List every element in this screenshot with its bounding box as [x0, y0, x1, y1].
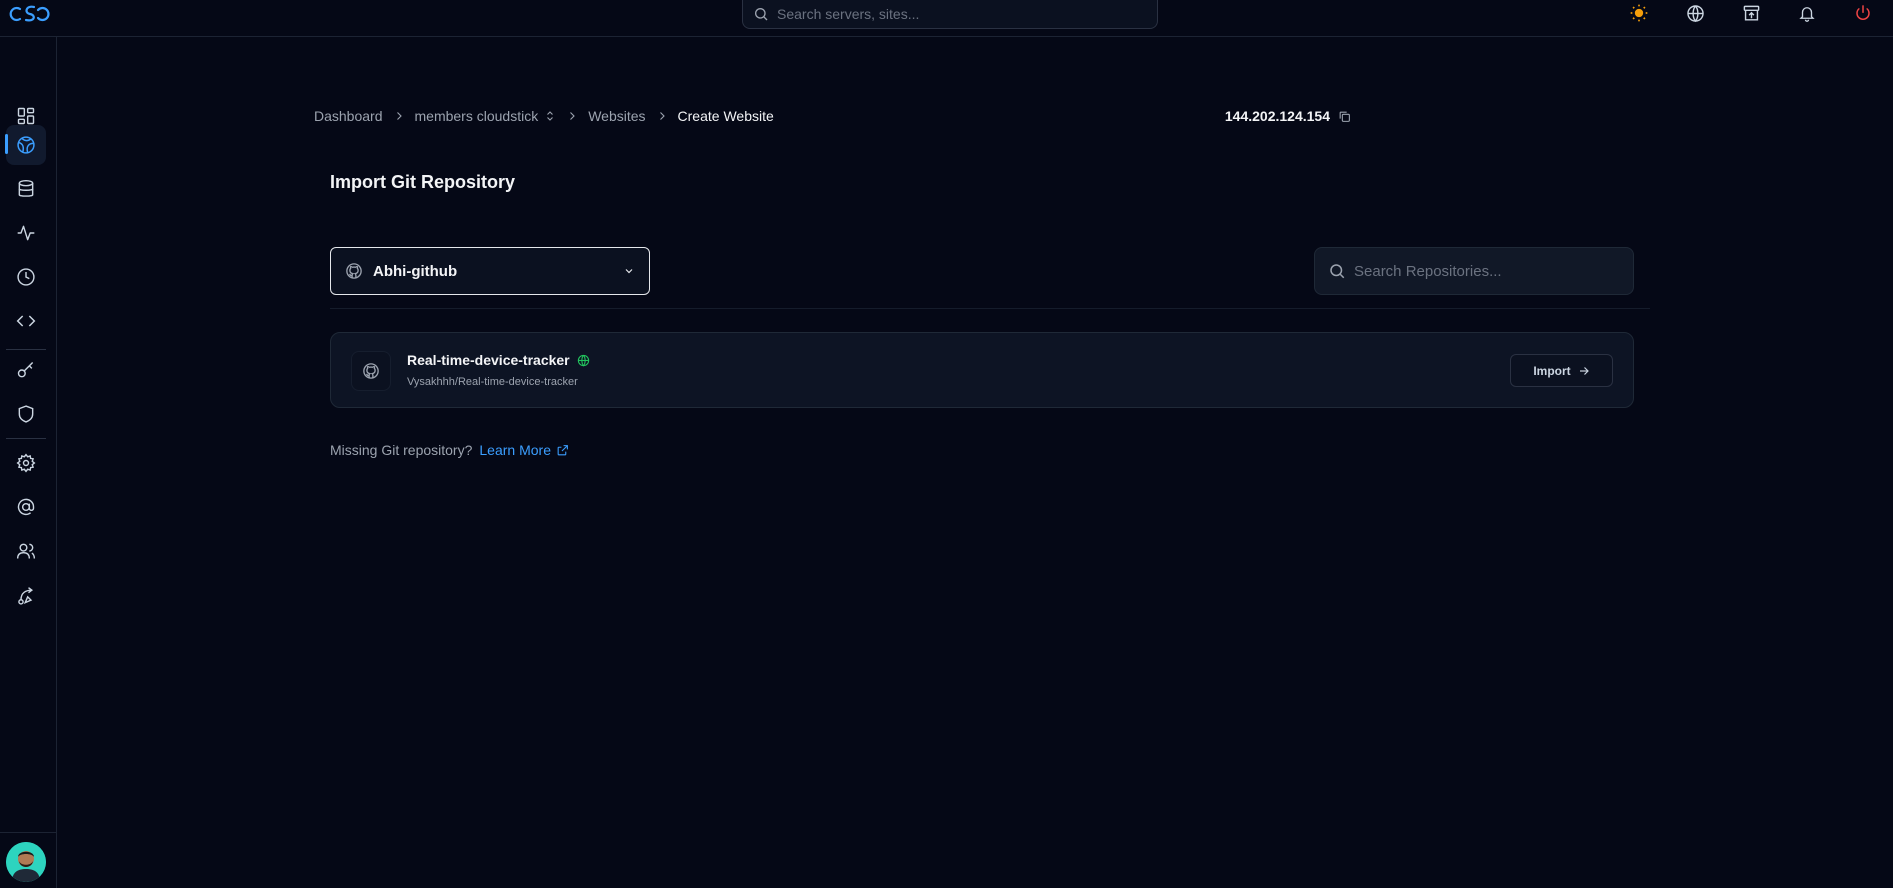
sidebar-divider — [0, 832, 57, 833]
settings-icon — [16, 453, 36, 473]
breadcrumb-dashboard[interactable]: Dashboard — [314, 108, 383, 124]
top-actions — [1595, 0, 1875, 26]
sidebar-item-websites[interactable] — [5, 125, 46, 165]
at-sign-icon — [16, 497, 36, 517]
sidebar-item-email[interactable] — [6, 487, 46, 527]
sidebar-item-cron[interactable] — [6, 257, 46, 297]
repo-search[interactable] — [1314, 247, 1634, 295]
missing-repo-text: Missing Git repository? — [330, 442, 473, 458]
users-icon — [16, 541, 36, 561]
chevron-down-icon — [623, 265, 635, 277]
cloudstick-logo[interactable] — [8, 2, 52, 24]
chevron-up-down-icon[interactable] — [544, 109, 556, 123]
breadcrumb-server[interactable]: members cloudstick — [415, 108, 539, 124]
key-icon — [16, 360, 36, 380]
top-bar — [0, 0, 1893, 37]
bell-icon[interactable] — [1795, 1, 1819, 25]
search-icon — [1328, 262, 1346, 280]
git-account-selected: Abhi-github — [373, 262, 458, 280]
page-title: Import Git Repository — [330, 172, 516, 192]
github-icon — [345, 262, 363, 280]
avatar[interactable] — [6, 842, 46, 882]
sun-icon[interactable] — [1627, 1, 1651, 25]
sidebar-divider — [6, 438, 46, 439]
shield-icon — [16, 404, 36, 424]
globe-icon[interactable] — [1683, 1, 1707, 25]
sidebar-item-routes[interactable] — [6, 576, 46, 616]
repo-list-item: Real-time-device-tracker Vysakhhh/Real-t… — [330, 332, 1634, 408]
breadcrumb: Dashboard members cloudstick Websites Cr… — [314, 108, 774, 124]
git-account-select[interactable]: Abhi-github — [330, 247, 650, 295]
server-ip: 144.202.124.154 — [1225, 108, 1351, 124]
search-icon — [753, 6, 769, 22]
repo-path: Vysakhhh/Real-time-device-tracker — [407, 376, 578, 388]
repo-name-text: Real-time-device-tracker — [407, 352, 570, 368]
external-link-icon — [556, 444, 569, 457]
import-button-label: Import — [1533, 363, 1571, 378]
websites-icon — [16, 135, 36, 155]
repo-search-input[interactable] — [1354, 262, 1624, 280]
power-icon[interactable] — [1851, 1, 1875, 25]
breadcrumb-websites[interactable]: Websites — [588, 108, 645, 124]
route-icon — [16, 586, 36, 606]
database-icon — [16, 179, 36, 199]
arrow-right-icon — [1578, 365, 1590, 377]
learn-more-label: Learn More — [479, 442, 551, 458]
archive-icon[interactable] — [1739, 1, 1763, 25]
sidebar-item-security[interactable] — [6, 394, 46, 434]
chevron-right-icon — [656, 110, 668, 122]
section-divider — [330, 308, 1650, 309]
breadcrumb-create-website: Create Website — [677, 108, 774, 124]
sidebar-item-keys[interactable] — [6, 350, 46, 390]
github-icon — [351, 351, 391, 391]
sidebar-item-databases[interactable] — [6, 169, 46, 209]
clock-icon — [16, 267, 36, 287]
active-indicator — [5, 134, 8, 154]
sidebar-item-monitoring[interactable] — [6, 213, 46, 253]
repo-name: Real-time-device-tracker — [407, 352, 590, 368]
activity-icon — [16, 223, 36, 243]
code-icon — [16, 311, 36, 331]
dashboard-grid-icon — [16, 106, 36, 126]
copy-icon[interactable] — [1338, 110, 1351, 123]
chevron-right-icon — [393, 110, 405, 122]
server-ip-text: 144.202.124.154 — [1224, 108, 1330, 124]
globe-icon — [577, 354, 590, 367]
sidebar-item-settings[interactable] — [6, 443, 46, 483]
chevron-right-icon — [566, 110, 578, 122]
global-search[interactable] — [742, 0, 1158, 29]
sidebar-item-code[interactable] — [6, 301, 46, 341]
import-button[interactable]: Import — [1510, 354, 1613, 387]
learn-more-link[interactable]: Learn More — [479, 442, 569, 458]
sidebar-item-users[interactable] — [6, 531, 46, 571]
sidebar — [0, 37, 57, 888]
global-search-input[interactable] — [777, 6, 1137, 22]
missing-repo-note: Missing Git repository? Learn More — [330, 442, 569, 458]
